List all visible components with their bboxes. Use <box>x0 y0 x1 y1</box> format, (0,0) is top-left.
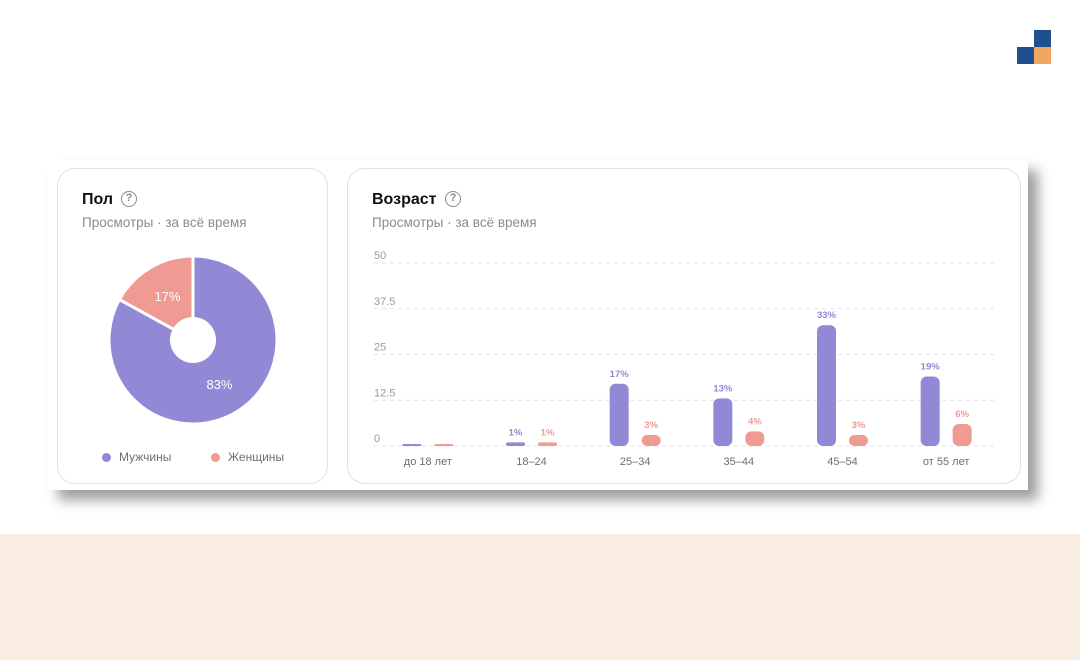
bar-value-label: 6% <box>955 409 969 420</box>
bar-value-label: 1% <box>541 427 555 438</box>
legend-item-female[interactable]: Женщины <box>211 450 284 464</box>
y-tick-label: 0 <box>374 433 380 445</box>
legend-label-female: Женщины <box>228 450 285 464</box>
brand-logo-icon <box>1017 30 1051 64</box>
bar-value-label: 17% <box>610 369 630 380</box>
bar-female[interactable] <box>952 424 972 446</box>
bar-value-label: 4% <box>748 416 762 427</box>
bar-value-label: 1% <box>509 427 523 438</box>
bar-female[interactable] <box>641 435 661 446</box>
bar-female[interactable] <box>434 444 454 446</box>
y-tick-label: 50 <box>374 250 386 262</box>
age-bar-chart: 0 12.5 25 37.5 50 до 18 лет 18–24 1% 1% 25–34 17% 3… <box>374 250 996 468</box>
logo-square-orange <box>1034 47 1051 64</box>
x-tick-label: 35–44 <box>724 456 755 468</box>
bar-male[interactable] <box>817 325 836 446</box>
bar-value-label: 3% <box>852 420 866 431</box>
bar-male[interactable] <box>920 376 940 446</box>
bar-female[interactable] <box>745 431 765 446</box>
bar-male[interactable] <box>609 383 629 446</box>
bar-female[interactable] <box>538 442 557 446</box>
legend-dot-male <box>102 453 111 462</box>
pie-label-female: 17% <box>155 289 181 304</box>
bar-value-label: 19% <box>921 361 941 372</box>
x-tick-label: от 55 лет <box>923 456 969 468</box>
pie-label-male: 83% <box>206 377 232 392</box>
legend-label-male: Мужчины <box>119 450 172 464</box>
legend-dot-female <box>211 453 220 462</box>
x-tick-label: 18–24 <box>516 456 547 468</box>
y-tick-label: 37.5 <box>374 296 395 308</box>
pie-donut-hole <box>170 317 216 363</box>
y-tick-label: 25 <box>374 342 386 354</box>
bar-value-label: 33% <box>817 310 837 321</box>
bottom-background-band <box>0 534 1080 660</box>
logo-square-top <box>1034 30 1051 47</box>
x-tick-label: 25–34 <box>620 456 651 468</box>
bar-value-label: 13% <box>713 383 733 394</box>
bar-male[interactable] <box>506 442 525 446</box>
gender-pie-chart: 83% 17% <box>107 254 279 426</box>
y-tick-label: 12.5 <box>374 387 395 399</box>
logo-square-left <box>1017 47 1034 64</box>
age-card: Возраст ? Просмотры · за всё время 0 12.5… <box>347 168 1021 484</box>
x-tick-label: 45–54 <box>827 456 858 468</box>
x-tick-label: до 18 лет <box>404 456 452 468</box>
bar-male[interactable] <box>713 398 733 446</box>
legend-item-male[interactable]: Мужчины <box>102 450 171 464</box>
bar-female[interactable] <box>849 435 868 446</box>
gender-card: Пол ? Просмотры · за всё время 83% 17% Му… <box>57 168 328 484</box>
bar-male[interactable] <box>402 444 422 446</box>
bar-value-label: 3% <box>644 420 658 431</box>
